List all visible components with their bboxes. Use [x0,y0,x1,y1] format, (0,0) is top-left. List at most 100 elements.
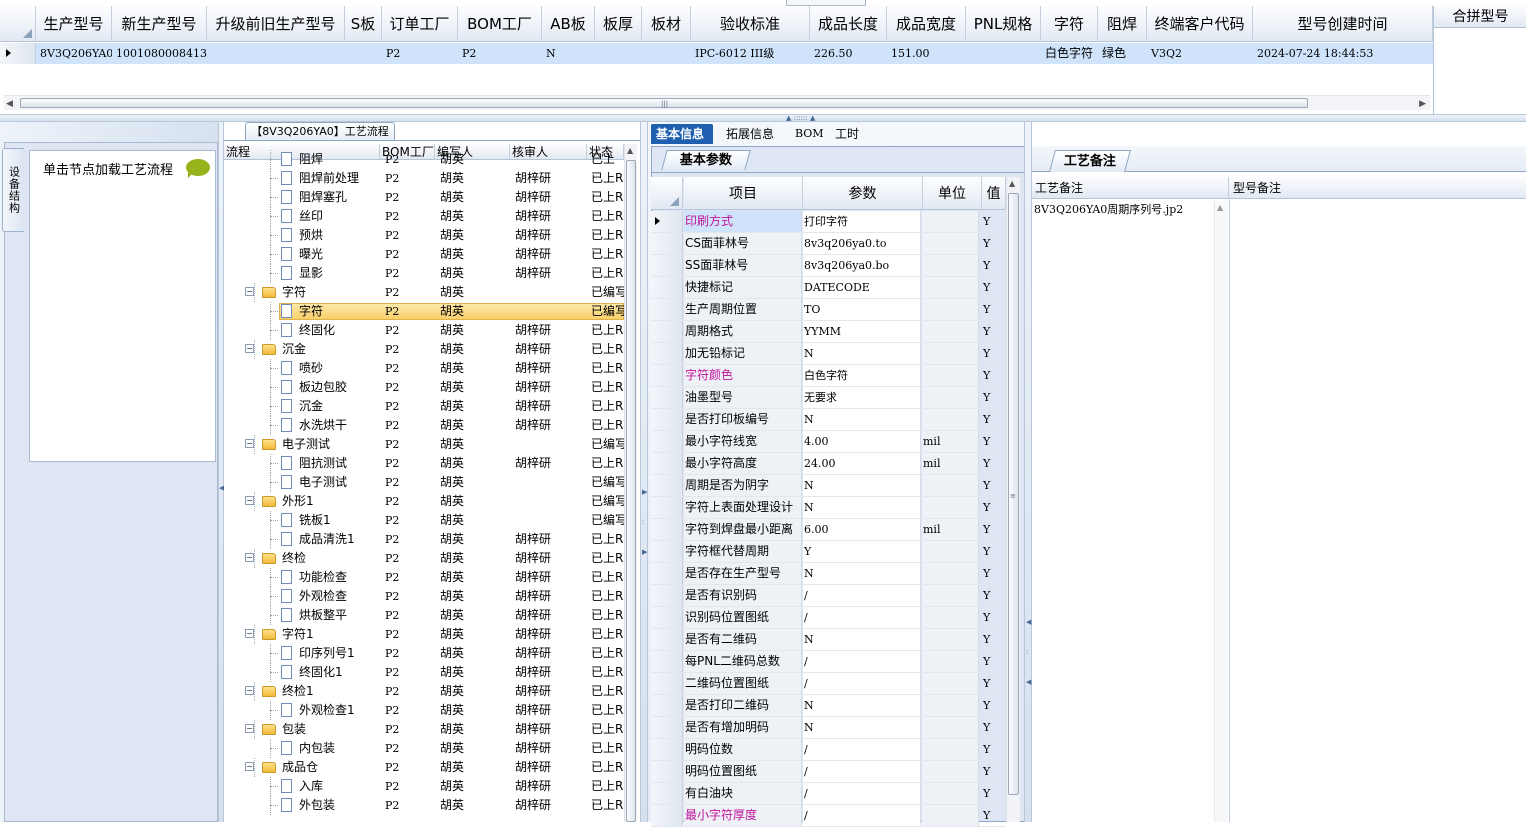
top-row-cell[interactable]: P2 [382,43,458,64]
tree-node-name[interactable]: 终固化 [299,321,380,340]
grid-corner[interactable] [0,6,36,42]
tree-node-name[interactable]: 包装 [282,720,380,739]
tree-node-name[interactable]: 终固化1 [299,663,380,682]
params-v-scrollbar[interactable]: ▲ ≡ [1006,177,1020,822]
param-value[interactable]: N [803,629,921,650]
scroll-right-icon[interactable]: ▶ [1419,99,1426,109]
collapse-toggle-icon[interactable]: − [245,724,254,733]
param-row[interactable]: 是否有二维码 N Y [651,629,1006,651]
param-row-selector[interactable] [651,365,683,386]
top-col-header[interactable]: 终端客户代码 [1147,6,1253,42]
param-row[interactable]: 最小字符高度 24.00 mil Y [651,453,1006,475]
tree-node-name[interactable]: 沉金 [282,340,380,359]
param-row-selector[interactable] [651,321,683,342]
param-row-selector[interactable] [651,783,683,804]
param-row[interactable]: SS面菲林号 8v3q206ya0.bo Y [651,255,1006,277]
param-row[interactable]: 是否有增加明码 N Y [651,717,1006,739]
top-col-header[interactable]: 字符 [1041,6,1098,42]
tree-node-name[interactable]: 字符1 [282,625,380,644]
top-row-cell[interactable]: 151.00 [887,43,966,64]
tree-row[interactable]: 入库 P2 胡英 胡梓研 已上R [224,777,624,796]
merged-model-header[interactable]: 合拼型号 [1434,6,1526,28]
params-scroll-up-icon[interactable]: ▲ [1009,179,1015,188]
tree-node-name[interactable]: 铣板1 [299,511,380,530]
top-row-cell[interactable] [345,43,382,64]
top-col-header[interactable]: S板 [345,6,382,42]
top-col-header[interactable]: 板材 [642,6,691,42]
param-value[interactable]: N [803,475,921,496]
param-row-selector[interactable] [651,585,683,606]
tree-v-scrollbar[interactable]: ▲ [624,144,637,822]
param-row-selector[interactable] [651,673,683,694]
top-col-header[interactable]: 成品长度 [810,6,887,42]
tree-node-name[interactable]: 外包装 [299,796,380,815]
tree-row[interactable]: 成品清洗1 P2 胡英 胡梓研 已上R [224,530,624,549]
top-col-header[interactable]: 升级前旧生产型号 [207,6,345,42]
subtab-basic-params[interactable]: 基本参数 [661,150,751,170]
tree-node-name[interactable]: 入库 [299,777,380,796]
mid-tab[interactable]: BOM [790,124,824,144]
param-row-selector[interactable] [651,453,683,474]
param-value[interactable]: / [803,607,921,628]
tree-row[interactable]: − 字符 P2 胡英 已编写 [224,283,624,302]
tree-row[interactable]: 阻焊前处理 P2 胡英 胡梓研 已上R [224,169,624,188]
param-row[interactable]: 明码位数 / Y [651,739,1006,761]
top-row-cell[interactable]: 226.50 [810,43,887,64]
tree-node-name[interactable]: 外观检查1 [299,701,380,720]
row-selector[interactable] [0,43,36,64]
scroll-left-icon[interactable]: ◀ [6,99,13,109]
horizontal-splitter[interactable]: ▲ :::::: ▲ [0,114,1526,122]
param-row-selector[interactable] [651,409,683,430]
param-row-selector[interactable] [651,255,683,276]
tree-node-name[interactable]: 字符 [299,302,380,321]
param-value[interactable]: 8v3q206ya0.to [803,233,921,254]
param-row[interactable]: 周期是否为阴字 N Y [651,475,1006,497]
param-row[interactable]: 是否打印板编号 N Y [651,409,1006,431]
param-row-selector[interactable] [651,277,683,298]
top-col-header[interactable]: 订单工厂 [382,6,458,42]
tree-row[interactable]: 阻抗测试 P2 胡英 胡梓研 已上R [224,454,624,473]
tree-row[interactable]: 电子测试 P2 胡英 已编写 [224,473,624,492]
param-row-selector[interactable] [651,805,683,826]
right-splitter[interactable]: ◀: ◀ [1024,122,1032,822]
tree-node-name[interactable]: 印序列号1 [299,644,380,663]
tree-row[interactable]: − 成品仓 P2 胡英 胡梓研 已上R [224,758,624,777]
param-value[interactable]: / [803,805,921,826]
tree-node-name[interactable]: 板边包胶 [299,378,380,397]
top-row-cell[interactable]: 10010800084134 [112,43,207,64]
top-col-header[interactable]: PNL规格 [966,6,1041,42]
param-row-selector[interactable] [651,695,683,716]
param-row-selector[interactable] [651,233,683,254]
param-row[interactable]: 最小字符厚度 / Y [651,805,1006,827]
param-value[interactable]: N [803,343,921,364]
scroll-thumb[interactable]: ||| [20,98,1308,108]
param-value[interactable]: N [803,695,921,716]
param-row[interactable]: 最小字符线宽 4.00 mil Y [651,431,1006,453]
param-row[interactable]: 有白油块 / Y [651,783,1006,805]
param-value[interactable]: / [803,761,921,782]
params-scroll-thumb[interactable]: ≡ [1008,193,1019,795]
tree-row[interactable]: 外包装 P2 胡英 胡梓研 已上R [224,796,624,815]
param-value[interactable]: N [803,717,921,738]
remarks-col-model[interactable]: 型号备注 [1229,177,1526,199]
top-col-header[interactable]: 验收标准 [691,6,810,42]
param-value[interactable]: 打印字符 [803,211,921,232]
param-value[interactable]: 6.00 [803,519,921,540]
top-row-cell[interactable] [966,43,1041,64]
param-row[interactable]: 字符上表面处理设计 N Y [651,497,1006,519]
tree-row[interactable]: 印序列号1 P2 胡英 胡梓研 已上R [224,644,624,663]
param-row[interactable]: 周期格式 YYMM Y [651,321,1006,343]
param-row-selector[interactable] [651,387,683,408]
param-value[interactable]: DATECODE [803,277,921,298]
param-row[interactable]: 二维码位置图纸 / Y [651,673,1006,695]
tree-node-name[interactable]: 喷砂 [299,359,380,378]
tree-row[interactable]: 水洗烘干 P2 胡英 胡梓研 已上R [224,416,624,435]
tree-row[interactable]: − 终检 P2 胡英 胡梓研 已上R [224,549,624,568]
process-remark-text[interactable]: 8V3Q206YA0周期序列号.jp2 [1034,201,1214,219]
remarks-col-process[interactable]: 工艺备注 [1032,177,1229,199]
collapse-toggle-icon[interactable]: − [245,439,254,448]
param-row[interactable]: 字符到焊盘最小距离 6.00 mil Y [651,519,1006,541]
param-row-selector[interactable] [651,651,683,672]
tree-scroll-up-icon[interactable]: ▲ [627,146,633,155]
collapse-toggle-icon[interactable]: − [245,629,254,638]
